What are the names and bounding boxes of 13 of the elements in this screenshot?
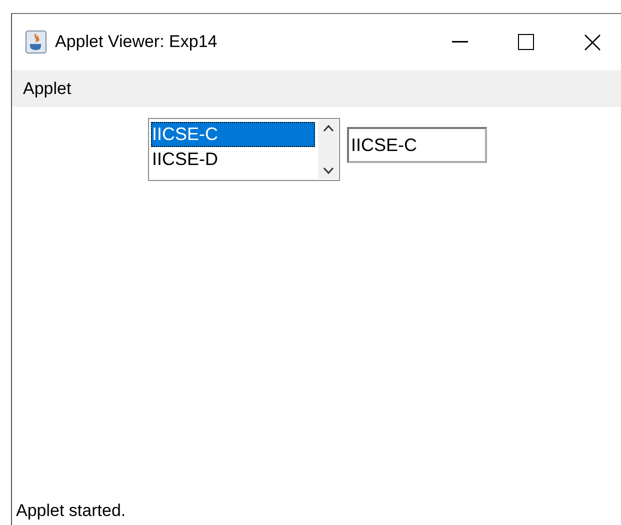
java-cup-icon: [25, 30, 47, 54]
scroll-up-icon[interactable]: [322, 124, 334, 132]
close-icon[interactable]: [584, 34, 600, 50]
maximize-icon[interactable]: [518, 34, 534, 50]
menu-item[interactable]: Applet: [23, 76, 72, 100]
minimize-icon[interactable]: [452, 41, 468, 43]
list-item[interactable]: IICSE-D: [151, 147, 315, 172]
window-title: Applet Viewer: Exp14: [55, 32, 218, 52]
text-field[interactable]: IICSE-C: [347, 127, 487, 163]
scroll-down-icon[interactable]: [322, 167, 334, 175]
list-item[interactable]: IICSE-C: [151, 122, 315, 147]
list-box[interactable]: IICSE-C IICSE-D: [148, 118, 340, 181]
status-text: Applet started.: [16, 501, 126, 521]
